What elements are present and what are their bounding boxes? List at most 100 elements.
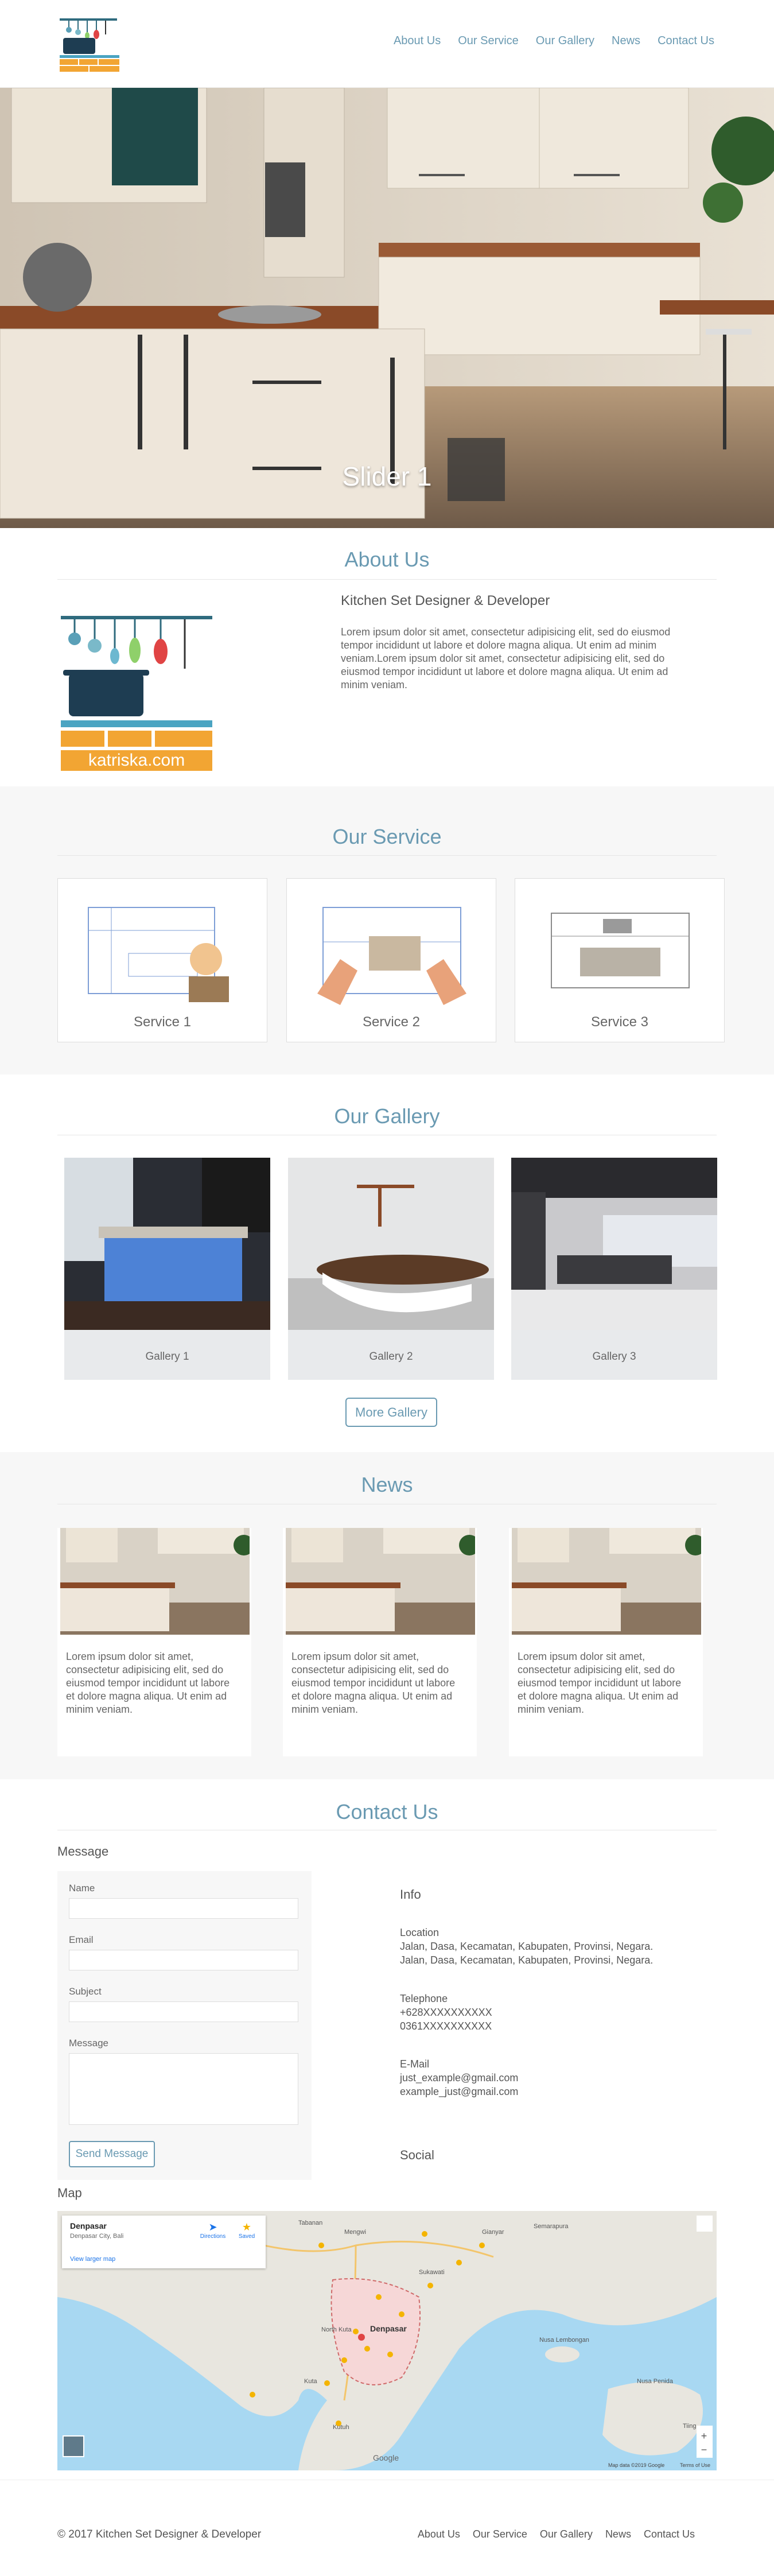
about-title: About Us bbox=[344, 548, 430, 571]
satellite-thumbnail bbox=[63, 2435, 84, 2457]
service-card[interactable]: Service 3 bbox=[515, 878, 725, 1042]
name-input[interactable] bbox=[69, 1898, 298, 1919]
map-label: Sukawati bbox=[419, 2269, 445, 2276]
footer-about[interactable]: About Us bbox=[418, 2528, 460, 2540]
map-label: Mengwi bbox=[344, 2229, 366, 2236]
footer-news[interactable]: News bbox=[605, 2528, 631, 2540]
service-label: Service 1 bbox=[133, 1014, 192, 1030]
service-image bbox=[551, 913, 690, 988]
message-label: Message bbox=[69, 2038, 108, 2049]
news-text: Lorem ipsum dolor sit amet, consectetur … bbox=[518, 1651, 682, 1715]
nav-gallery[interactable]: Our Gallery bbox=[536, 34, 594, 48]
map-heading: Map bbox=[57, 2186, 82, 2200]
news-title: News bbox=[361, 1473, 413, 1496]
more-gallery-button[interactable]: More Gallery bbox=[345, 1398, 437, 1427]
map-label: North Kuta bbox=[321, 2326, 352, 2333]
contact-form: Name Email Subject Message Send Message bbox=[57, 1871, 312, 2180]
about-text: Lorem ipsum dolor sit amet, consectetur … bbox=[341, 626, 671, 690]
directions-button[interactable]: ➤ Directions bbox=[199, 2221, 227, 2240]
main-nav: About Us Our Service Our Gallery News Co… bbox=[394, 34, 714, 48]
site-logo[interactable] bbox=[57, 8, 122, 72]
location-line: Jalan, Dasa, Kecamatan, Kabupaten, Provi… bbox=[400, 1941, 654, 1952]
place-title: Denpasar bbox=[70, 2221, 107, 2230]
email-label: Email bbox=[69, 1934, 94, 1945]
footer-gallery[interactable]: Our Gallery bbox=[540, 2528, 593, 2540]
footer-nav: About Us Our Service Our Gallery News Co… bbox=[418, 2528, 695, 2540]
service-card[interactable]: Service 2 bbox=[286, 878, 496, 1042]
footer-contact[interactable]: Contact Us bbox=[644, 2528, 695, 2540]
star-icon: ★ bbox=[242, 2221, 252, 2233]
about-heading: Kitchen Set Designer & Developer bbox=[341, 593, 550, 608]
telephone-line: 0361XXXXXXXXXX bbox=[400, 2020, 492, 2032]
service-image bbox=[317, 907, 466, 1005]
email-line[interactable]: example_just@gmail.com bbox=[400, 2085, 518, 2098]
directions-icon: ➤ bbox=[208, 2221, 217, 2233]
news-card[interactable]: Lorem ipsum dolor sit amet, consectetur … bbox=[509, 1528, 703, 1756]
service-image bbox=[88, 907, 229, 1002]
nav-news[interactable]: News bbox=[612, 34, 640, 48]
nav-contact[interactable]: Contact Us bbox=[658, 34, 714, 48]
gallery-card[interactable]: Gallery 2 bbox=[288, 1158, 494, 1380]
place-card: Denpasar Denpasar City, Bali View larger… bbox=[62, 2216, 266, 2268]
service-card[interactable]: Service 1 bbox=[57, 878, 267, 1042]
news-text: Lorem ipsum dolor sit amet, consectetur … bbox=[291, 1651, 456, 1715]
gallery-card[interactable]: Gallery 3 bbox=[511, 1158, 717, 1380]
nav-service[interactable]: Our Service bbox=[458, 34, 519, 48]
place-subtitle: Denpasar City, Bali bbox=[70, 2233, 124, 2240]
about-logo: katriska.com bbox=[57, 606, 218, 775]
news-image bbox=[60, 1528, 250, 1635]
service-label: Service 2 bbox=[362, 1014, 421, 1030]
gallery-label: Gallery 2 bbox=[369, 1351, 413, 1363]
map-label: Kutuh bbox=[333, 2424, 349, 2431]
subject-input[interactable] bbox=[69, 2001, 298, 2022]
send-message-button[interactable]: Send Message bbox=[69, 2141, 155, 2167]
email-info-label: E-Mail bbox=[400, 2058, 430, 2070]
gallery-card[interactable]: Gallery 1 bbox=[64, 1158, 270, 1380]
save-label: Saved bbox=[238, 2233, 255, 2240]
email-line[interactable]: just_example@gmail.com bbox=[400, 2071, 518, 2085]
telephone-label: Telephone bbox=[400, 1993, 448, 2004]
gallery-label: Gallery 1 bbox=[145, 1351, 189, 1363]
map-label: Tabanan bbox=[298, 2220, 322, 2226]
zoom-in-button[interactable]: + bbox=[698, 2430, 710, 2442]
nav-about[interactable]: About Us bbox=[394, 34, 441, 48]
larger-map-link[interactable]: View larger map bbox=[70, 2256, 115, 2263]
directions-label: Directions bbox=[200, 2233, 226, 2240]
gallery-label: Gallery 3 bbox=[592, 1351, 636, 1363]
email-input[interactable] bbox=[69, 1950, 298, 1970]
news-text: Lorem ipsum dolor sit amet, consectetur … bbox=[66, 1651, 230, 1715]
contact-title: Contact Us bbox=[336, 1800, 438, 1824]
about-logo-text: katriska.com bbox=[88, 751, 185, 770]
news-card[interactable]: Lorem ipsum dolor sit amet, consectetur … bbox=[283, 1528, 477, 1756]
service-label: Service 3 bbox=[590, 1014, 649, 1030]
copyright-text: © 2017 Kitchen Set Designer & Developer bbox=[57, 2528, 262, 2540]
hero-slider[interactable]: Slider 1 bbox=[0, 88, 774, 528]
map-label: Gianyar bbox=[482, 2229, 504, 2236]
social-heading: Social bbox=[400, 2148, 434, 2162]
service-divider bbox=[57, 855, 717, 856]
news-card[interactable]: Lorem ipsum dolor sit amet, consectetur … bbox=[57, 1528, 251, 1756]
map-label: Semarapura bbox=[534, 2223, 569, 2230]
info-heading: Info bbox=[400, 1887, 421, 1902]
google-map[interactable]: Tabanan Mengwi Gianyar Semarapura Sukawa… bbox=[57, 2211, 717, 2470]
name-label: Name bbox=[69, 1883, 95, 1894]
message-heading: Message bbox=[57, 1844, 109, 1859]
gallery-image bbox=[288, 1158, 494, 1330]
navbar: About Us Our Service Our Gallery News Co… bbox=[0, 0, 774, 88]
map-label: Kuta bbox=[304, 2378, 318, 2385]
location-label: Location bbox=[400, 1927, 439, 1938]
zoom-out-button[interactable]: − bbox=[698, 2444, 710, 2456]
hero-caption: Slider 1 bbox=[342, 461, 432, 491]
map-terms: Terms of Use bbox=[680, 2462, 710, 2468]
about-divider bbox=[57, 579, 717, 580]
footer-service[interactable]: Our Service bbox=[473, 2528, 527, 2540]
gallery-image bbox=[64, 1158, 270, 1330]
google-logo: Google bbox=[373, 2453, 399, 2462]
news-image bbox=[512, 1528, 701, 1635]
map-label: Nusa Lembongan bbox=[539, 2337, 589, 2344]
message-textarea[interactable] bbox=[69, 2053, 298, 2125]
gallery-image bbox=[511, 1158, 717, 1330]
map-city-label: Denpasar bbox=[370, 2324, 407, 2333]
save-button[interactable]: ★ Saved bbox=[235, 2221, 258, 2240]
fullscreen-button bbox=[697, 2216, 713, 2232]
